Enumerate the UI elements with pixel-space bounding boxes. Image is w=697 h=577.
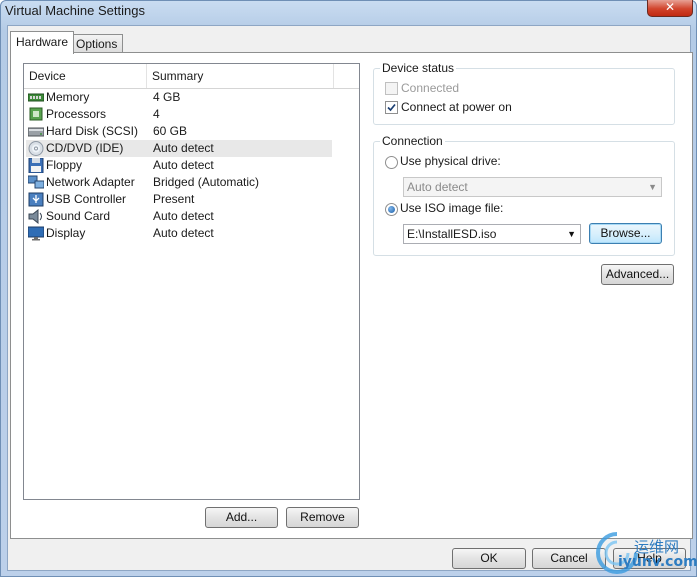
add-button[interactable]: Add...: [205, 507, 278, 528]
floppy-icon: [28, 158, 44, 173]
device-summary: Auto detect: [153, 158, 214, 172]
ok-button[interactable]: OK: [452, 548, 526, 569]
connect-at-power-on-label: Connect at power on: [401, 100, 512, 114]
list-header: Device Summary: [24, 64, 359, 89]
device-summary: Bridged (Automatic): [153, 175, 260, 189]
device-status-group: Device status: [373, 61, 675, 125]
physical-drive-value: Auto detect: [407, 180, 468, 194]
device-status-title: Device status: [380, 61, 457, 75]
device-row-cd-dvd[interactable]: CD/DVD (IDE) Auto detect: [26, 140, 332, 157]
hard-disk-icon: [28, 127, 44, 137]
device-row-processors[interactable]: Processors 4: [26, 106, 332, 123]
device-summary: 4 GB: [153, 90, 181, 104]
processor-icon: [29, 107, 43, 121]
watermark: 运维网 iyunv.com: [594, 530, 697, 575]
display-icon: [28, 226, 44, 241]
use-physical-drive-label: Use physical drive:: [400, 154, 501, 168]
device-row-sound-card[interactable]: Sound Card Auto detect: [26, 208, 332, 225]
remove-button[interactable]: Remove: [286, 507, 359, 528]
tab-hardware[interactable]: Hardware: [10, 31, 75, 54]
advanced-button[interactable]: Advanced...: [601, 264, 674, 285]
device-summary: 4: [153, 107, 160, 121]
device-name: Memory: [46, 90, 90, 104]
device-summary: Auto detect: [153, 141, 214, 155]
device-summary: Auto detect: [153, 209, 214, 223]
device-row-network-adapter[interactable]: Network Adapter Bridged (Automatic): [26, 174, 332, 191]
column-header-summary[interactable]: Summary: [147, 64, 334, 88]
network-adapter-icon: [28, 175, 44, 189]
cd-dvd-icon: [28, 141, 44, 156]
column-header-spacer: [334, 64, 359, 88]
device-name: Floppy: [46, 158, 83, 172]
device-name: Display: [46, 226, 86, 240]
window-title: Virtual Machine Settings: [5, 3, 145, 18]
chevron-down-icon: ▼: [648, 182, 657, 192]
checkmark-icon: [387, 103, 396, 112]
device-name: Processors: [46, 107, 107, 121]
watermark-en: iyunv.com: [618, 554, 697, 570]
device-summary: 60 GB: [153, 124, 188, 138]
usb-icon: [28, 192, 44, 207]
device-summary: Present: [153, 192, 195, 206]
device-row-memory[interactable]: Memory 4 GB: [26, 89, 332, 106]
physical-drive-select[interactable]: Auto detect ▼: [403, 177, 662, 197]
connection-title: Connection: [380, 134, 445, 148]
connect-at-power-on-checkbox[interactable]: [385, 101, 398, 114]
iso-path-select[interactable]: E:\InstallESD.iso ▼: [403, 224, 581, 244]
column-header-device[interactable]: Device: [24, 64, 147, 88]
chevron-down-icon: ▼: [567, 229, 576, 239]
device-name: Network Adapter: [46, 175, 135, 189]
use-physical-drive-radio[interactable]: [385, 156, 398, 169]
device-name: Hard Disk (SCSI): [46, 124, 139, 138]
iso-path-value: E:\InstallESD.iso: [407, 227, 497, 241]
browse-button[interactable]: Browse...: [589, 223, 662, 244]
use-iso-image-label: Use ISO image file:: [400, 201, 504, 215]
device-name: CD/DVD (IDE): [46, 141, 124, 155]
title-bar[interactable]: Virtual Machine Settings ✕: [1, 0, 697, 25]
device-summary: Auto detect: [153, 226, 214, 240]
use-iso-image-radio[interactable]: [385, 203, 398, 216]
close-icon: ✕: [664, 0, 676, 14]
connected-label: Connected: [401, 81, 460, 95]
device-row-floppy[interactable]: Floppy Auto detect: [26, 157, 332, 174]
device-row-display[interactable]: Display Auto detect: [26, 225, 332, 242]
device-row-usb-controller[interactable]: USB Controller Present: [26, 191, 332, 208]
device-list[interactable]: Device Summary Memory 4 GB Processors 4 …: [23, 63, 360, 500]
device-name: USB Controller: [46, 192, 127, 206]
sound-card-icon: [28, 209, 42, 224]
device-row-hard-disk[interactable]: Hard Disk (SCSI) 60 GB: [26, 123, 332, 140]
connected-checkbox[interactable]: [385, 82, 398, 95]
close-button[interactable]: ✕: [647, 0, 693, 17]
memory-icon: [28, 93, 44, 102]
device-name: Sound Card: [46, 209, 111, 223]
tab-options[interactable]: Options: [70, 34, 124, 53]
